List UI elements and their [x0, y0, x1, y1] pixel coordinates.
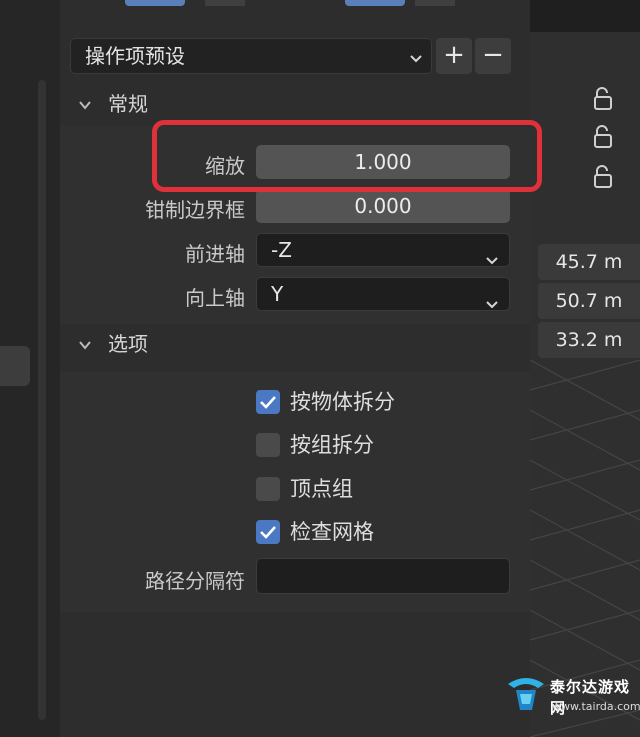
top-tab-active[interactable]: [125, 0, 185, 6]
chevron-down-icon: [485, 288, 499, 309]
options-section-title: 选项: [108, 332, 148, 356]
chevron-down-icon: [78, 337, 92, 351]
up-axis-value: Y: [271, 282, 284, 306]
remove-preset-button[interactable]: −: [475, 38, 511, 74]
clamp-bounds-label: 钳制边界框: [145, 198, 245, 222]
checkmark-icon: [260, 396, 276, 409]
watermark-url: www.tairda.com: [552, 700, 640, 713]
highlight-box: [152, 120, 542, 192]
watermark: 泰尔达游戏网 www.tairda.com: [500, 670, 640, 737]
vertex-groups-checkbox[interactable]: [256, 477, 280, 501]
viewport-header: [530, 0, 640, 32]
split-by-group-checkbox[interactable]: [256, 433, 280, 457]
checkmark-icon: [260, 526, 276, 539]
lock-icon[interactable]: [592, 164, 614, 188]
path-separator-label: 路径分隔符: [145, 569, 245, 593]
left-scrollbar[interactable]: [38, 80, 46, 720]
lock-icon[interactable]: [592, 124, 614, 148]
add-preset-button[interactable]: +: [436, 38, 472, 74]
top-tab[interactable]: [205, 0, 245, 6]
lock-icon[interactable]: [592, 86, 614, 110]
chevron-down-icon: [409, 50, 423, 64]
left-panel-tab[interactable]: [0, 346, 30, 386]
validate-mesh-label[interactable]: 检查网格: [290, 520, 374, 544]
up-axis-select[interactable]: Y: [256, 277, 510, 311]
dimension-y[interactable]: 50.7 m: [538, 283, 640, 319]
operator-preset-select[interactable]: 操作项预设: [70, 38, 432, 74]
forward-axis-label: 前进轴: [185, 242, 245, 266]
split-by-object-label[interactable]: 按物体拆分: [290, 390, 395, 414]
top-tab-active[interactable]: [345, 0, 405, 6]
operator-preset-label: 操作项预设: [85, 44, 185, 68]
up-axis-label: 向上轴: [185, 286, 245, 310]
path-separator-input[interactable]: [256, 558, 510, 594]
chevron-down-icon: [78, 97, 92, 111]
forward-axis-select[interactable]: -Z: [256, 233, 510, 267]
dimension-x[interactable]: 45.7 m: [538, 244, 640, 280]
options-section-header[interactable]: 选项: [60, 322, 530, 366]
top-tab[interactable]: [415, 0, 455, 6]
chevron-down-icon: [485, 244, 499, 265]
watermark-logo-icon: [508, 678, 544, 710]
split-by-group-label[interactable]: 按组拆分: [290, 433, 374, 457]
dimension-z[interactable]: 33.2 m: [538, 322, 640, 358]
general-section-title: 常规: [108, 92, 148, 116]
forward-axis-value: -Z: [271, 238, 292, 262]
vertex-groups-label[interactable]: 顶点组: [290, 477, 353, 501]
clamp-bounds-field[interactable]: 0.000: [256, 189, 510, 223]
validate-mesh-checkbox[interactable]: [256, 520, 280, 544]
split-by-object-checkbox[interactable]: [256, 390, 280, 414]
